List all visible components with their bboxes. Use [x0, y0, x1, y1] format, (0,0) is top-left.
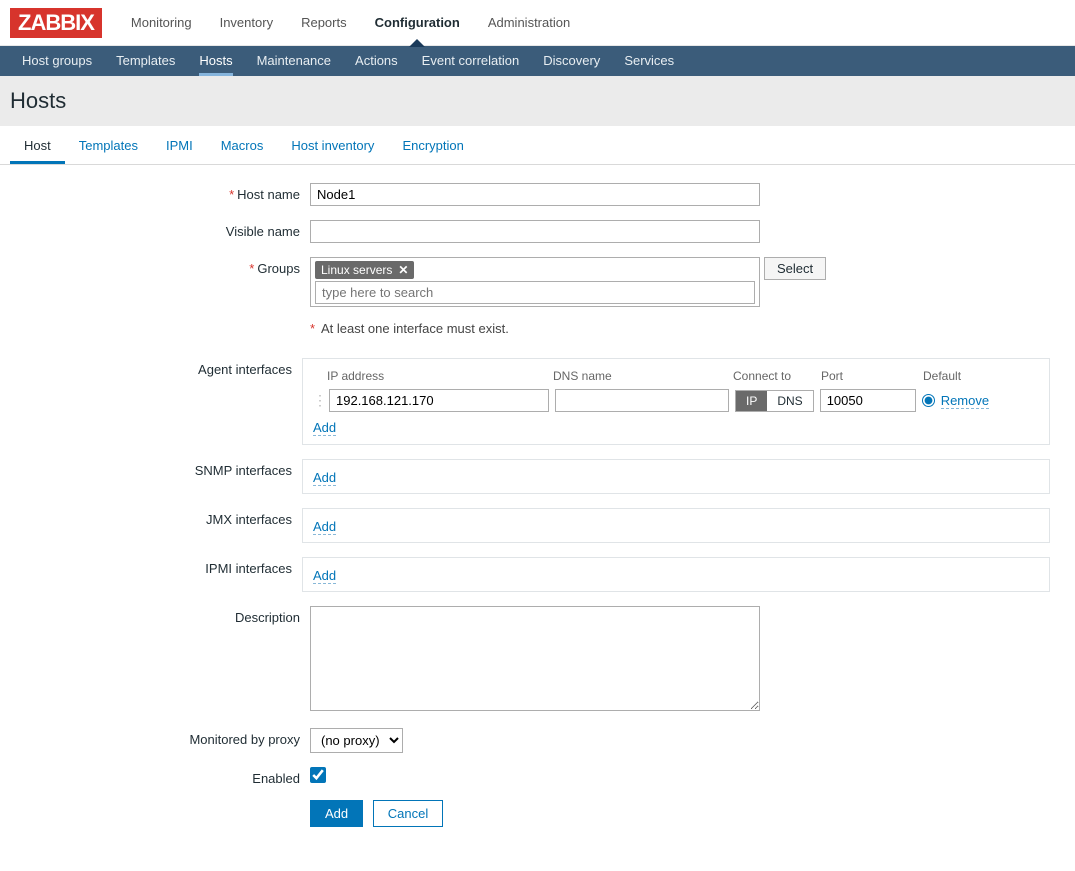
col-default: Default: [923, 369, 961, 383]
interface-hint: At least one interface must exist.: [321, 321, 509, 336]
sub-nav: Host groups Templates Hosts Maintenance …: [0, 46, 1075, 76]
config-tabs: Host Templates IPMI Macros Host inventor…: [0, 130, 1075, 165]
group-tag: Linux servers ✕: [315, 261, 414, 279]
label-host-name: Host name: [237, 187, 300, 202]
jmx-interfaces-box: Add: [302, 508, 1050, 543]
label-agent-interfaces: Agent interfaces: [198, 362, 292, 377]
subnav-host-groups[interactable]: Host groups: [10, 46, 104, 76]
label-monitored-by-proxy: Monitored by proxy: [189, 732, 300, 747]
subnav-hosts[interactable]: Hosts: [187, 46, 244, 76]
add-snmp-interface-link[interactable]: Add: [313, 470, 336, 486]
toggle-ip[interactable]: IP: [736, 391, 767, 411]
nav-monitoring[interactable]: Monitoring: [117, 0, 206, 46]
groups-search-input[interactable]: [315, 281, 755, 304]
add-jmx-interface-link[interactable]: Add: [313, 519, 336, 535]
host-form: *Host name Visible name *Groups Linux se…: [0, 165, 1060, 871]
snmp-interfaces-box: Add: [302, 459, 1050, 494]
tab-host[interactable]: Host: [10, 130, 65, 164]
select-groups-button[interactable]: Select: [764, 257, 826, 280]
agent-interface-row: ⋮⋮ IP DNS Remove: [313, 389, 1039, 412]
drag-handle-icon[interactable]: ⋮⋮: [313, 392, 323, 409]
subnav-maintenance[interactable]: Maintenance: [245, 46, 343, 76]
default-interface-radio[interactable]: [922, 394, 935, 407]
label-enabled: Enabled: [252, 771, 300, 786]
top-nav: ZABBIX Monitoring Inventory Reports Conf…: [0, 0, 1075, 46]
nav-inventory[interactable]: Inventory: [206, 0, 287, 46]
agent-dns-input[interactable]: [555, 389, 729, 412]
proxy-select[interactable]: (no proxy): [310, 728, 403, 753]
remove-interface-link[interactable]: Remove: [941, 393, 989, 409]
subnav-services[interactable]: Services: [612, 46, 686, 76]
host-name-input[interactable]: [310, 183, 760, 206]
label-snmp-interfaces: SNMP interfaces: [195, 463, 292, 478]
col-connect-to: Connect to: [733, 369, 815, 383]
nav-administration[interactable]: Administration: [474, 0, 584, 46]
page-title: Hosts: [10, 88, 1065, 114]
subnav-actions[interactable]: Actions: [343, 46, 410, 76]
col-dns-name: DNS name: [553, 369, 727, 383]
cancel-button[interactable]: Cancel: [373, 800, 443, 827]
label-groups: Groups: [257, 261, 300, 276]
subnav-templates[interactable]: Templates: [104, 46, 187, 76]
tab-macros[interactable]: Macros: [207, 130, 278, 164]
label-visible-name: Visible name: [226, 224, 300, 239]
required-icon: *: [249, 261, 254, 276]
label-jmx-interfaces: JMX interfaces: [206, 512, 292, 527]
agent-port-input[interactable]: [820, 389, 916, 412]
logo: ZABBIX: [10, 8, 102, 38]
connect-to-toggle[interactable]: IP DNS: [735, 390, 814, 412]
nav-reports[interactable]: Reports: [287, 0, 361, 46]
tab-encryption[interactable]: Encryption: [388, 130, 477, 164]
enabled-checkbox[interactable]: [310, 767, 326, 783]
groups-box[interactable]: Linux servers ✕: [310, 257, 760, 307]
remove-group-icon[interactable]: ✕: [398, 263, 408, 277]
agent-interfaces-box: IP address DNS name Connect to Port Defa…: [302, 358, 1050, 445]
page-header: Hosts: [0, 76, 1075, 126]
label-ipmi-interfaces: IPMI interfaces: [205, 561, 292, 576]
tab-host-inventory[interactable]: Host inventory: [277, 130, 388, 164]
col-port: Port: [821, 369, 917, 383]
label-description: Description: [235, 610, 300, 625]
nav-configuration[interactable]: Configuration: [361, 0, 474, 46]
agent-ip-input[interactable]: [329, 389, 549, 412]
required-icon: *: [229, 187, 234, 202]
tab-ipmi[interactable]: IPMI: [152, 130, 207, 164]
subnav-discovery[interactable]: Discovery: [531, 46, 612, 76]
tab-templates[interactable]: Templates: [65, 130, 152, 164]
group-tag-label: Linux servers: [321, 263, 392, 277]
required-icon: *: [310, 321, 315, 336]
ipmi-interfaces-box: Add: [302, 557, 1050, 592]
visible-name-input[interactable]: [310, 220, 760, 243]
subnav-event-correlation[interactable]: Event correlation: [410, 46, 532, 76]
add-button[interactable]: Add: [310, 800, 363, 827]
description-textarea[interactable]: [310, 606, 760, 711]
add-ipmi-interface-link[interactable]: Add: [313, 568, 336, 584]
add-agent-interface-link[interactable]: Add: [313, 420, 336, 436]
toggle-dns[interactable]: DNS: [767, 391, 812, 411]
col-ip-address: IP address: [327, 369, 547, 383]
